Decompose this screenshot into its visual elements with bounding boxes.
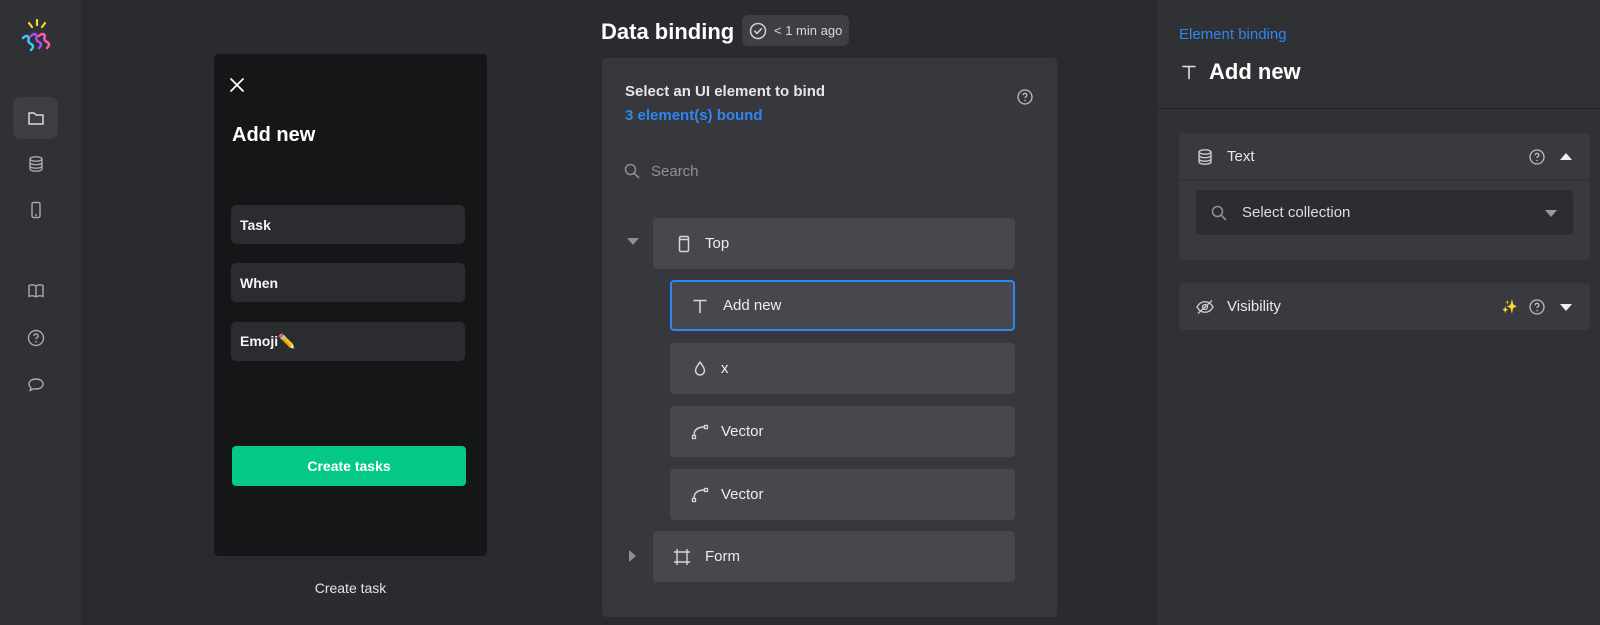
search-placeholder: Search <box>651 162 699 180</box>
tree-item-label: Vector <box>721 423 764 440</box>
inspector-title-text: Add new <box>1209 59 1301 84</box>
database-icon <box>28 156 43 172</box>
tree-item-x[interactable]: x <box>670 343 1015 394</box>
tree-item-label: Top <box>705 235 730 252</box>
save-status-text: < 1 min ago <box>774 23 843 38</box>
tree-item-form[interactable]: Form <box>653 531 1015 582</box>
search-icon <box>1211 205 1227 220</box>
select-collection-dropdown[interactable]: Select collection <box>1196 190 1573 235</box>
tree-item-label: Vector <box>721 486 764 503</box>
chat-bubble-icon <box>27 378 44 392</box>
collapse-caret-icon[interactable] <box>626 234 640 248</box>
visibility-section-header[interactable]: Visibility ✨ <box>1179 283 1590 330</box>
folder-icon <box>27 112 44 125</box>
rail-docs-button[interactable] <box>13 270 58 312</box>
vector-path-icon <box>689 484 711 506</box>
caret-down-icon[interactable] <box>1558 299 1574 315</box>
rail-chat-button[interactable] <box>13 364 58 406</box>
phone-preview[interactable]: Add new Task When Emoji✏️ Create tasks <box>214 54 487 556</box>
text-binding-section: Text Select collection <box>1179 133 1590 260</box>
create-tasks-button[interactable]: Create tasks <box>232 446 466 486</box>
divider <box>1179 180 1590 181</box>
preview-emoji-field[interactable]: Emoji✏️ <box>231 322 465 361</box>
book-icon <box>27 284 44 298</box>
confetti-logo-icon[interactable] <box>17 16 57 56</box>
frame-icon <box>671 546 693 568</box>
save-status-badge: < 1 min ago <box>742 15 850 46</box>
visibility-section-label: Visibility <box>1227 298 1281 315</box>
expand-caret-icon[interactable] <box>626 549 640 563</box>
rail-data-button[interactable] <box>13 143 58 185</box>
check-circle-icon <box>749 22 767 39</box>
visibility-section: Visibility ✨ <box>1179 283 1590 330</box>
text-icon <box>689 295 711 317</box>
nav-rail <box>0 0 81 625</box>
preview-task-field[interactable]: Task <box>231 205 465 244</box>
help-circle-icon[interactable] <box>1528 148 1546 166</box>
tree-item-vector[interactable]: Vector <box>670 469 1015 520</box>
page-title: Data binding <box>601 19 735 44</box>
binding-panel: Select an UI element to bind 3 element(s… <box>602 58 1057 617</box>
tree-item-add-new[interactable]: Add new <box>670 280 1015 331</box>
caret-down-icon <box>1545 209 1557 217</box>
drop-icon <box>689 358 711 380</box>
vector-path-icon <box>689 421 711 443</box>
inspector-panel: Element binding Add new Text Select coll… <box>1157 0 1600 625</box>
sparkle-icon: ✨ <box>1501 298 1518 314</box>
breadcrumb-element-binding[interactable]: Element binding <box>1179 26 1287 43</box>
search-icon <box>624 163 640 179</box>
text-icon <box>1182 65 1196 80</box>
caret-up-icon[interactable] <box>1558 149 1574 165</box>
close-icon[interactable] <box>228 76 246 94</box>
database-icon <box>1198 148 1212 165</box>
element-search-input[interactable]: Search <box>623 158 923 184</box>
bound-count-link[interactable]: 3 element(s) bound <box>625 107 763 124</box>
help-circle-icon <box>27 329 44 347</box>
help-circle-icon[interactable] <box>1016 88 1034 106</box>
mobile-frame-icon <box>673 233 695 255</box>
rail-files-button[interactable] <box>13 97 58 139</box>
tree-item-vector[interactable]: Vector <box>670 406 1015 457</box>
eye-off-icon <box>1196 299 1214 314</box>
preview-when-field[interactable]: When <box>231 263 465 302</box>
text-section-label: Text <box>1227 148 1255 165</box>
tree-item-label: x <box>721 360 729 377</box>
inspector-element-title: Add new <box>1179 59 1301 85</box>
screen-preview-area: Add new Task When Emoji✏️ Create tasks C… <box>81 0 600 625</box>
tree-item-label: Add new <box>723 297 782 314</box>
mobile-icon <box>30 201 41 219</box>
screen-name-label: Create task <box>314 580 387 596</box>
tree-item-label: Form <box>705 548 740 565</box>
binding-panel-heading: Select an UI element to bind <box>625 83 826 100</box>
rail-help-button[interactable] <box>13 317 58 359</box>
help-circle-icon[interactable] <box>1528 298 1546 316</box>
divider <box>1157 108 1600 109</box>
tree-item-top[interactable]: Top <box>653 218 1015 269</box>
text-section-header[interactable]: Text <box>1179 133 1590 180</box>
rail-screens-button[interactable] <box>13 189 58 231</box>
preview-screen-title: Add new <box>232 124 316 146</box>
select-collection-placeholder: Select collection <box>1242 204 1351 221</box>
